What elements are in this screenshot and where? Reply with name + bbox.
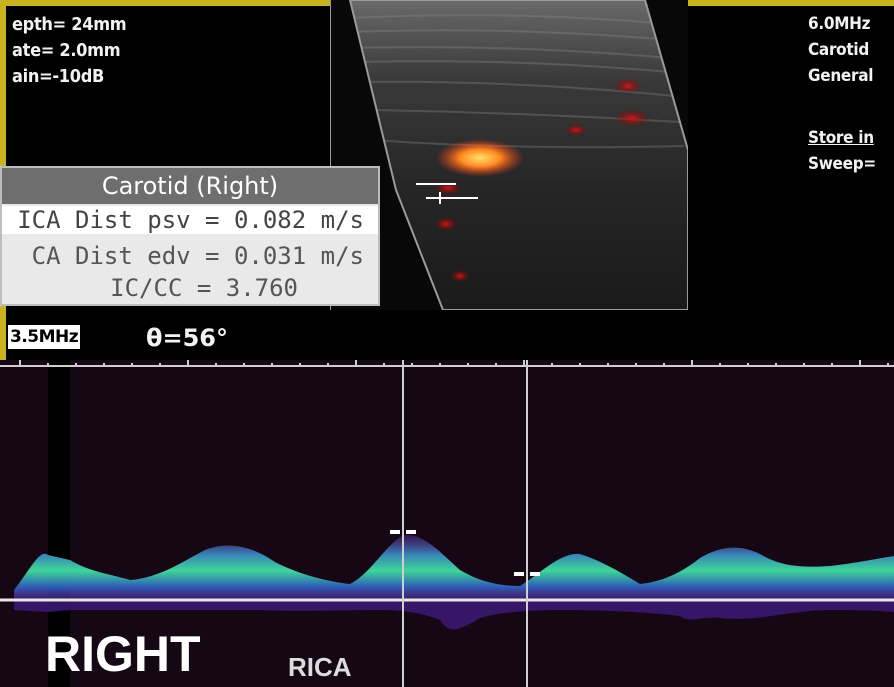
measurement-psv: ICA Dist psv = 0.082 m/s xyxy=(2,206,378,234)
exam-preset: Carotid xyxy=(808,40,869,60)
store-in-label: Store in xyxy=(808,128,874,148)
ultrasound-screen: epth= 24mm ate= 2.0mm ain=-10dB 6.0MHz C… xyxy=(0,0,894,687)
rate-readout: ate= 2.0mm xyxy=(12,40,121,61)
gain-readout: ain=-10dB xyxy=(12,66,105,87)
doppler-angle: θ=56° xyxy=(146,324,228,352)
measurement-title: Carotid (Right) xyxy=(2,168,378,204)
side-label: RIGHT xyxy=(45,626,201,682)
bmode-color-flow-image xyxy=(330,0,688,310)
measurement-edv: CA Dist edv = 0.031 m/s xyxy=(31,242,364,270)
exam-mode: General xyxy=(808,66,874,86)
doppler-frequency-badge: 3.5MHz xyxy=(8,325,81,349)
vessel-label: RICA xyxy=(288,652,352,682)
measurement-panel: Carotid (Right) ICA Dist psv = 0.082 m/s… xyxy=(0,166,380,306)
measurement-ratio: IC/CC = 3.760 xyxy=(110,274,298,302)
depth-readout: epth= 24mm xyxy=(12,14,127,35)
sweep-readout: Sweep= xyxy=(808,154,876,174)
probe-frequency: 6.0MHz xyxy=(808,14,871,34)
